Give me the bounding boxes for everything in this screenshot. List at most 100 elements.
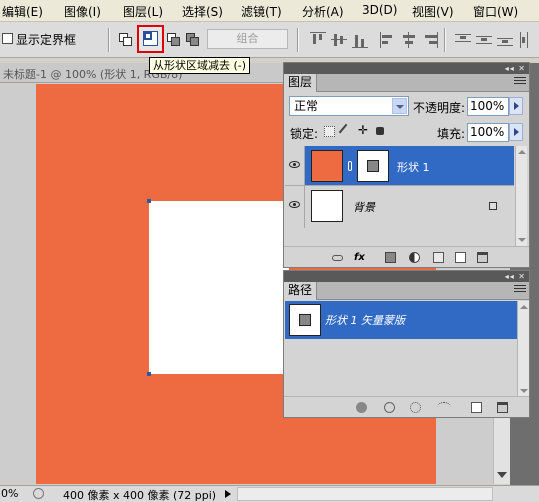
layers-scrollbar[interactable]: [515, 146, 527, 246]
new-layer-icon[interactable]: [455, 252, 466, 263]
panel-tab-row: 路径: [284, 282, 529, 300]
link-icon[interactable]: [348, 161, 352, 171]
lock-transparent-pixels-icon[interactable]: [324, 126, 335, 137]
align-horizontal-center-icon[interactable]: [401, 32, 417, 48]
document-horizontal-scrollbar[interactable]: [237, 487, 493, 501]
menu-edit[interactable]: 编辑(E): [2, 3, 43, 20]
opacity-input[interactable]: 100%: [467, 97, 509, 116]
layer-visibility-toggle[interactable]: [285, 146, 305, 188]
separator: [108, 28, 110, 52]
menu-select[interactable]: 选择(S): [182, 3, 223, 20]
layer-thumbnail[interactable]: [311, 150, 343, 182]
zoom-level[interactable]: 0%: [1, 487, 18, 500]
path-row-shape-1-vector-mask[interactable]: 形状 1 矢量蒙版: [285, 301, 517, 339]
paths-panel: ◂◂ ✕ 路径 形状 1 矢量蒙版: [283, 270, 530, 418]
scroll-down-arrow-icon[interactable]: [497, 472, 507, 478]
trash-icon[interactable]: [497, 402, 508, 413]
menu-layer[interactable]: 图层(L): [123, 3, 163, 20]
eye-icon[interactable]: [289, 201, 300, 208]
menu-window[interactable]: 窗口(W): [473, 3, 518, 20]
status-icon[interactable]: [33, 488, 44, 499]
panel-menu-icon[interactable]: [514, 285, 526, 296]
align-right-icon[interactable]: [422, 32, 438, 48]
eye-icon[interactable]: [289, 161, 300, 168]
separator: [444, 28, 446, 52]
opacity-label: 不透明度:: [413, 101, 466, 115]
panel-menu-icon[interactable]: [514, 77, 526, 88]
new-path-icon[interactable]: [471, 402, 482, 413]
menu-image[interactable]: 图像(I): [64, 3, 101, 20]
adjustment-layer-icon[interactable]: [409, 252, 420, 263]
path-shape: [299, 314, 311, 326]
combine-button[interactable]: 组合: [207, 29, 288, 49]
align-bottom-icon[interactable]: [352, 32, 368, 48]
layers-panel: ◂◂ ✕ 图层 正常 不透明度: 100% 锁定: ✛ 填充: 100% 形状 …: [283, 62, 530, 268]
chevron-down-icon[interactable]: [392, 98, 407, 114]
path-name[interactable]: 形状 1 矢量蒙版: [325, 312, 405, 328]
show-bounding-box-label: 显示定界框: [16, 33, 77, 47]
fx-icon[interactable]: fx: [354, 252, 365, 263]
group-icon[interactable]: [433, 252, 444, 263]
distribute-left-icon[interactable]: [518, 32, 534, 48]
collapse-close-icon[interactable]: ◂◂ ✕: [505, 272, 526, 281]
layer-name[interactable]: 背景: [353, 199, 375, 215]
distribute-top-icon[interactable]: [455, 32, 471, 48]
align-vertical-center-icon[interactable]: [331, 32, 347, 48]
lock-position-icon[interactable]: ✛: [358, 124, 369, 136]
menu-view[interactable]: 视图(V): [412, 3, 454, 20]
mask-shape: [367, 160, 379, 172]
layers-panel-footer: fx: [284, 246, 529, 268]
menu-3d[interactable]: 3D(D): [362, 3, 397, 17]
tab-paths[interactable]: 路径: [284, 282, 318, 300]
fill-arrow-icon[interactable]: [509, 123, 523, 141]
paths-scrollbar[interactable]: [517, 301, 529, 397]
options-bar: 显示定界框 组合: [0, 22, 539, 58]
anchor-point[interactable]: [147, 199, 151, 203]
collapse-close-icon[interactable]: ◂◂ ✕: [505, 64, 526, 73]
panel-titlebar[interactable]: ◂◂ ✕: [284, 271, 529, 282]
add-mask-icon[interactable]: [385, 252, 396, 263]
fill-label: 填充:: [437, 127, 466, 141]
subtract-shape-area-button[interactable]: [137, 25, 164, 53]
path-thumbnail[interactable]: [289, 304, 321, 336]
anchor-point[interactable]: [147, 372, 151, 376]
shape-rectangle[interactable]: [149, 201, 289, 374]
lock-icon: [489, 202, 497, 210]
layer-thumbnail[interactable]: [311, 190, 343, 222]
distribute-bottom-icon[interactable]: [497, 32, 513, 48]
layer-row-background[interactable]: 背景: [285, 185, 514, 228]
link-layers-icon[interactable]: [332, 255, 343, 261]
fill-path-icon[interactable]: [356, 402, 367, 413]
intersect-shape-area-icon[interactable]: [166, 32, 182, 48]
trash-icon[interactable]: [477, 252, 488, 263]
menu-filter[interactable]: 滤镜(T): [241, 3, 282, 20]
vector-mask-thumbnail[interactable]: [357, 150, 389, 182]
fill-input[interactable]: 100%: [467, 123, 509, 142]
align-top-icon[interactable]: [310, 32, 326, 48]
stroke-path-icon[interactable]: [384, 402, 395, 413]
panel-titlebar[interactable]: ◂◂ ✕: [284, 63, 529, 74]
blend-mode-select[interactable]: 正常: [289, 96, 409, 116]
status-menu-arrow-icon[interactable]: [225, 490, 231, 498]
new-shape-layer-icon[interactable]: [118, 32, 134, 48]
opacity-arrow-icon[interactable]: [509, 97, 523, 115]
panel-tab-row: 图层: [284, 74, 529, 92]
make-work-path-icon[interactable]: [437, 402, 451, 413]
layer-visibility-toggle[interactable]: [285, 186, 305, 228]
show-bounding-box-checkbox[interactable]: [2, 33, 13, 44]
align-left-icon[interactable]: [380, 32, 396, 48]
blend-mode-value: 正常: [294, 99, 319, 113]
lock-image-pixels-icon[interactable]: [338, 123, 355, 140]
separator: [297, 28, 299, 52]
layer-name[interactable]: 形状 1: [397, 159, 430, 175]
lock-all-icon[interactable]: [376, 127, 384, 135]
load-as-selection-icon[interactable]: [410, 402, 421, 413]
layer-row-shape-1[interactable]: 形状 1: [285, 146, 514, 188]
distribute-vertical-center-icon[interactable]: [476, 32, 492, 48]
menu-analysis[interactable]: 分析(A): [302, 3, 344, 20]
paths-panel-footer: [284, 396, 529, 418]
tab-layers[interactable]: 图层: [284, 74, 318, 92]
exclude-overlap-icon[interactable]: [185, 32, 201, 48]
document-info: 400 像素 x 400 像素 (72 ppi): [63, 489, 217, 502]
menu-bar: 编辑(E) 图像(I) 图层(L) 选择(S) 滤镜(T) 分析(A) 3D(D…: [0, 0, 539, 22]
